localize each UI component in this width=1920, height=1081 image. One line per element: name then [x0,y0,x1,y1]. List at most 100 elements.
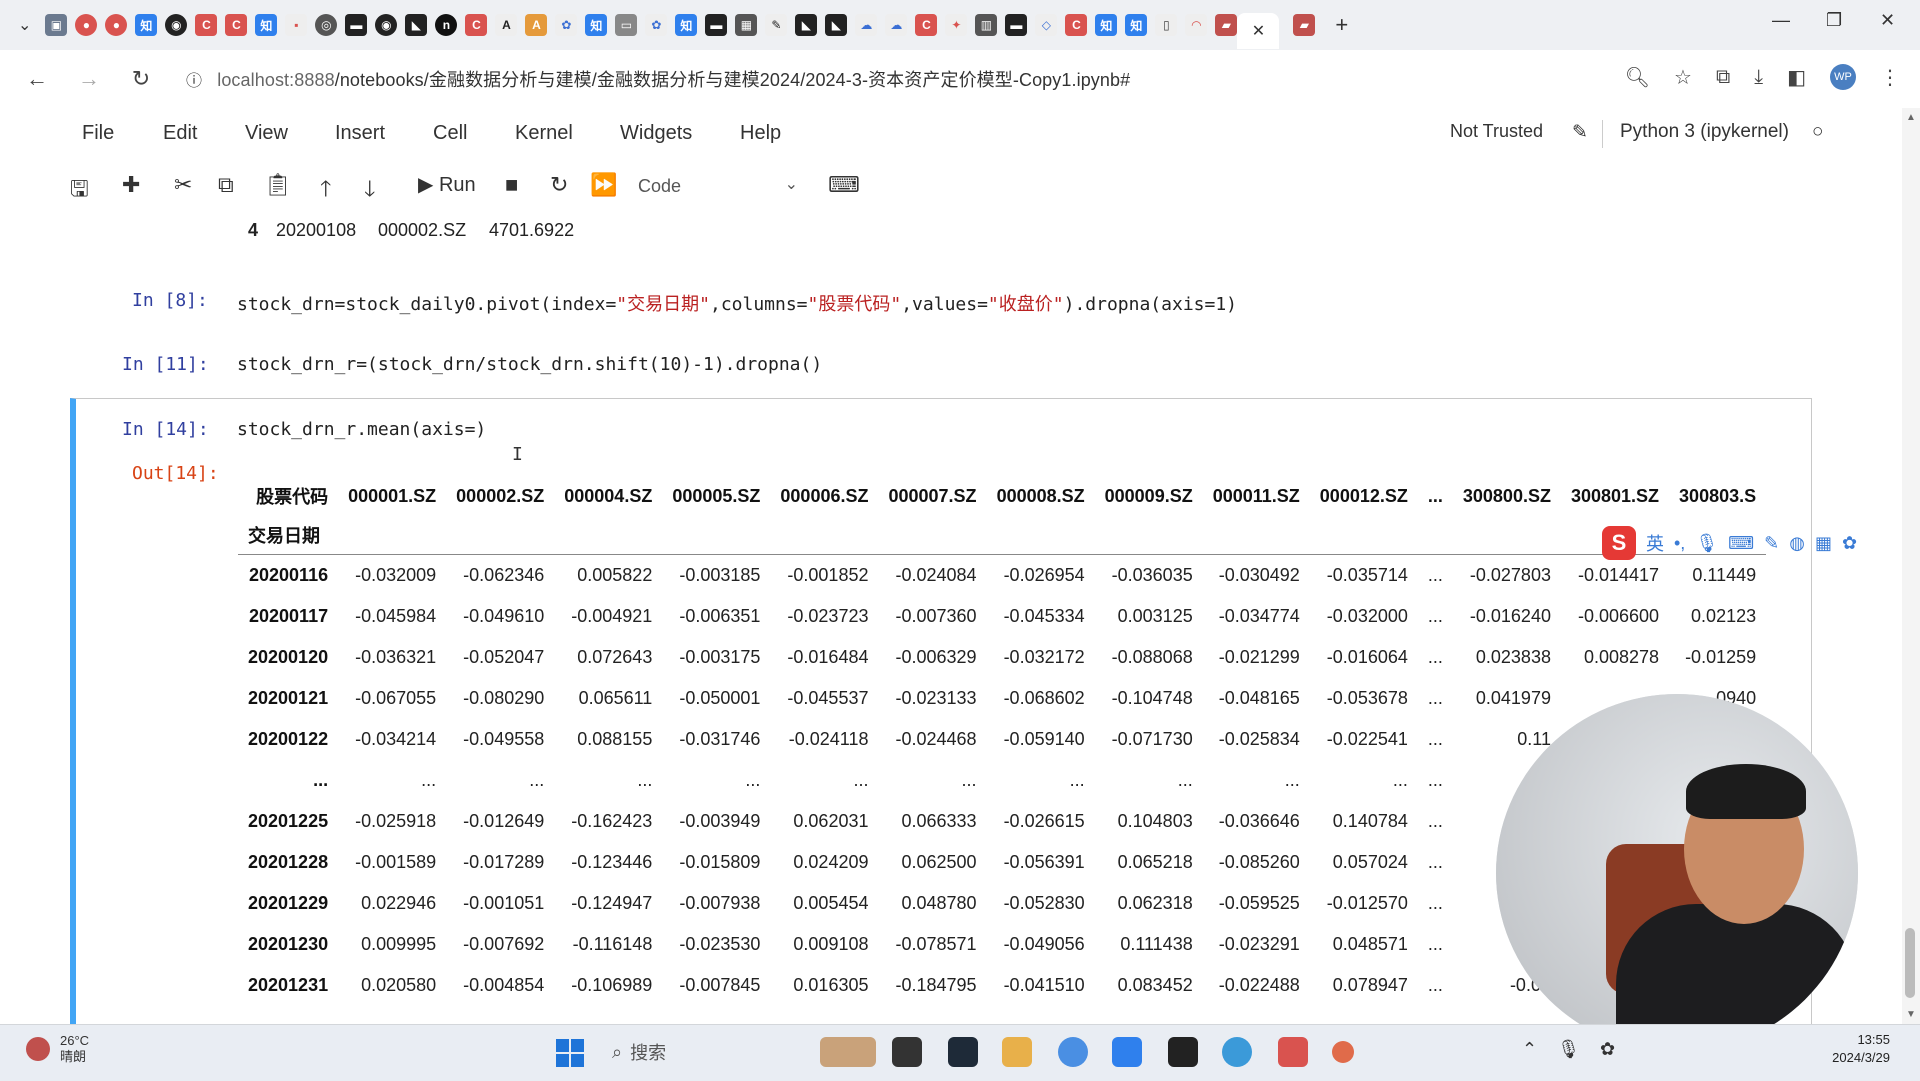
tab-favicon[interactable]: ✿ [645,14,668,36]
save-icon[interactable]: 🖫 [70,172,89,210]
bookmark-star-icon[interactable]: ☆ [1674,65,1692,90]
menu-insert[interactable]: Insert [335,122,385,145]
copy-icon[interactable]: ⧉ [218,172,234,198]
grid-icon[interactable]: ▦ [1815,533,1832,554]
taskbar-search[interactable]: ⌕ 搜索 [612,1039,666,1065]
interrupt-icon[interactable]: ■ [505,172,518,198]
tab-favicon[interactable]: ▦ [735,14,758,36]
tab-favicon-c[interactable]: C [1065,14,1088,36]
tab-favicon[interactable]: ▬ [1005,14,1028,36]
cell-type-select[interactable]: Code ⌄ [638,176,798,197]
settings-icon[interactable]: ✿ [1842,533,1857,554]
tab-favicon-c[interactable]: C [195,14,218,36]
download-icon[interactable]: ⤓ [1754,66,1763,89]
tab-favicon[interactable]: ◠ [1185,14,1208,36]
tab-favicon-zhihu[interactable]: 知 [1125,14,1148,36]
clock[interactable]: 13:55 2024/3/29 [1832,1031,1890,1067]
edit-pencil-icon[interactable]: ✎ [1572,121,1588,144]
taskbar-app-icon[interactable] [1332,1041,1354,1063]
tab-favicon[interactable]: ▭ [615,14,638,36]
tab-favicon[interactable]: ▰ [1215,14,1238,36]
menu-widgets[interactable]: Widgets [620,122,692,145]
tab-favicon[interactable]: A [525,14,548,36]
tab-favicon[interactable]: ▰ [1293,14,1316,36]
tab-favicon[interactable]: ◎ [315,14,338,36]
tray-mic-icon[interactable]: 🎙︎ [1557,1039,1580,1060]
back-icon[interactable]: ← [22,66,52,92]
taskbar-app-icon[interactable] [1112,1037,1142,1067]
tab-favicon[interactable]: ● [105,14,128,36]
tab-close-icon[interactable]: ✕ [1252,21,1265,41]
menu-edit[interactable]: Edit [163,122,197,145]
scrollbar-thumb[interactable] [1905,928,1915,998]
sogou-logo-icon[interactable]: S [1602,526,1636,560]
tab-favicon[interactable]: ◣ [405,14,428,36]
tab-active[interactable]: ✕ [1237,13,1280,49]
tab-favicon[interactable]: ▬ [705,14,728,36]
zoom-icon[interactable]: 🔍︎ [1625,65,1650,90]
more-menu-icon[interactable]: ⋮ [1880,65,1900,90]
tab-list-chevron-icon[interactable]: ⌄ [18,15,31,35]
weather-widget[interactable]: 26°C 晴朗 [26,1033,89,1065]
tab-favicon-zhihu[interactable]: 知 [675,14,698,36]
tab-favicon[interactable]: ✦ [945,14,968,36]
taskbar-app-icon[interactable] [1002,1037,1032,1067]
tab-favicon[interactable]: ◣ [795,14,818,36]
tab-favicon-github[interactable]: ◉ [375,14,398,36]
extensions-icon[interactable]: ⧉ [1716,66,1730,89]
tab-favicon-c[interactable]: C [915,14,938,36]
code-cell-active[interactable]: stock_drn_r.mean(axis=) [237,419,486,440]
skin-icon[interactable]: ✎ [1764,533,1779,554]
tab-favicon-c[interactable]: C [225,14,248,36]
tab-favicon[interactable]: ☁ [855,14,878,36]
insert-cell-icon[interactable]: ✚ [122,172,140,198]
cut-icon[interactable]: ✂ [174,172,192,198]
taskbar-app-icon[interactable] [820,1037,876,1067]
punctuation-icon[interactable]: •, [1674,533,1685,554]
taskbar-app-icon[interactable] [948,1037,978,1067]
kernel-name[interactable]: Python 3 (ipykernel) [1620,121,1789,143]
menu-file[interactable]: File [82,122,114,145]
tab-favicon[interactable]: ● [75,14,98,36]
tab-favicon[interactable]: ◣ [825,14,848,36]
scroll-up-icon[interactable]: ▲ [1906,112,1916,123]
close-window-icon[interactable]: ✕ [1880,10,1895,31]
code-cell[interactable]: stock_drn=stock_daily0.pivot(index="交易日期… [237,290,1237,316]
tray-expand-icon[interactable]: ⌃ [1522,1039,1537,1060]
tab-favicon[interactable]: A [495,14,518,36]
tab-favicon[interactable]: ▯ [1155,14,1178,36]
profile-avatar[interactable]: WP [1830,64,1856,90]
run-button[interactable]: ▶ Run [418,172,476,197]
page-scrollbar[interactable]: ▲ ▼ [1902,108,1920,1024]
wps-icon[interactable] [1278,1037,1308,1067]
tab-favicon[interactable]: ▣ [45,14,68,36]
tab-favicon[interactable]: n [435,14,458,36]
move-up-icon[interactable]: 🡑 [320,172,331,210]
tab-favicon-c[interactable]: C [465,14,488,36]
tab-favicon[interactable]: ◇ [1035,14,1058,36]
tab-favicon[interactable]: ✿ [555,14,578,36]
scroll-down-icon[interactable]: ▼ [1906,1009,1916,1020]
sidebar-icon[interactable]: ◧ [1787,65,1806,90]
restart-run-all-icon[interactable]: ⏩ [590,172,617,198]
terminal-icon[interactable] [1168,1037,1198,1067]
chrome-icon[interactable] [1058,1037,1088,1067]
tab-favicon[interactable]: ▬ [345,14,368,36]
tab-favicon[interactable]: ✎ [765,14,788,36]
tab-favicon[interactable]: ▪ [285,14,308,36]
menu-view[interactable]: View [245,122,288,145]
url-field[interactable]: ⓘ localhost:8888/notebooks/金融数据分析与建模/金融数… [186,66,1130,92]
menu-cell[interactable]: Cell [433,122,467,145]
minimize-icon[interactable]: — [1772,10,1790,31]
keyboard-icon[interactable]: ⌨ [1728,533,1754,554]
tab-favicon-zhihu[interactable]: 知 [255,14,278,36]
move-down-icon[interactable]: 🡓 [364,172,375,210]
chat-icon[interactable]: ◍ [1789,533,1805,554]
tab-favicon-zhihu[interactable]: 知 [585,14,608,36]
menu-kernel[interactable]: Kernel [515,122,573,145]
tab-favicon-zhihu[interactable]: 知 [1095,14,1118,36]
keyboard-icon[interactable]: ⌨ [828,172,860,198]
tab-favicon-github[interactable]: ◉ [165,14,188,36]
taskbar-app-icon[interactable] [1222,1037,1252,1067]
restart-icon[interactable]: ↻ [550,172,568,198]
